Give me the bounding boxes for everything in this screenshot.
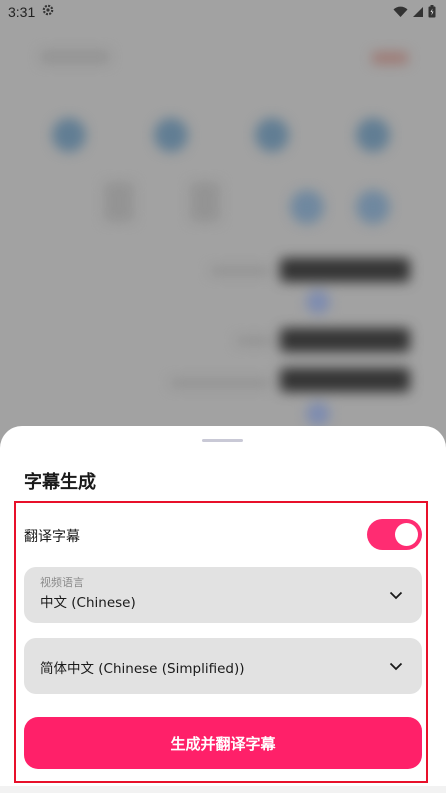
target-language-value: 简体中文 (Chinese (Simplified)) — [40, 661, 245, 677]
status-bar: 3:31 — [0, 0, 446, 24]
chevron-down-icon — [389, 662, 403, 671]
battery-icon — [428, 5, 436, 18]
sheet-drag-handle[interactable] — [202, 439, 243, 442]
subtitle-bottom-sheet: 字幕生成 翻译字幕 视频语言 中文 (Chinese) 简体中文 (Chines… — [0, 426, 446, 793]
sheet-title: 字幕生成 — [24, 472, 96, 493]
generate-translate-button[interactable]: 生成并翻译字幕 — [24, 717, 422, 769]
video-language-value: 中文 (Chinese) — [40, 595, 136, 611]
gear-icon — [42, 4, 54, 16]
toggle-knob — [395, 523, 418, 546]
status-time: 3:31 — [8, 4, 36, 20]
chevron-down-icon — [389, 591, 403, 600]
status-icons — [393, 5, 436, 18]
navigation-bar-area — [0, 786, 446, 793]
translate-toggle-label: 翻译字幕 — [24, 529, 80, 545]
video-language-select[interactable]: 视频语言 中文 (Chinese) — [24, 567, 422, 623]
target-language-select[interactable]: 简体中文 (Chinese (Simplified)) — [24, 638, 422, 694]
video-language-label: 视频语言 — [40, 576, 84, 589]
translate-toggle[interactable] — [367, 519, 422, 550]
wifi-icon — [393, 6, 408, 17]
signal-icon — [413, 6, 423, 17]
